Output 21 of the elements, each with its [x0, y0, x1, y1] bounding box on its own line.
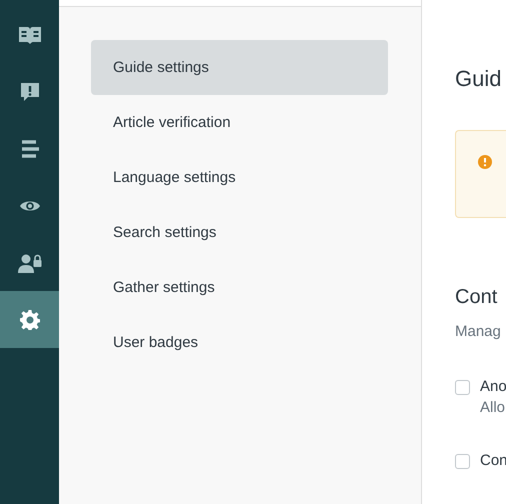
section-title: Cont [455, 286, 498, 309]
option-label: Ano [480, 378, 506, 395]
settings-nav-item[interactable]: Guide settings [91, 40, 388, 95]
settings-icon [20, 310, 40, 330]
settings-nav-item[interactable]: Search settings [91, 205, 388, 260]
eye-icon [18, 198, 40, 212]
checkbox[interactable] [455, 380, 470, 395]
settings-nav-item[interactable]: User badges [91, 315, 388, 370]
checkbox[interactable] [455, 454, 470, 469]
list-lines-icon [20, 140, 38, 158]
section-description: Manag [455, 323, 502, 340]
alert-message-icon [20, 82, 40, 102]
user-lock-icon [18, 252, 42, 272]
warning-icon [478, 155, 492, 169]
settings-nav-item[interactable]: Gather settings [91, 260, 388, 315]
book-icon [18, 24, 42, 44]
option-description: Allo [480, 399, 506, 416]
settings-nav-item[interactable]: Article verification [91, 95, 388, 150]
page-title: Guid [455, 66, 502, 92]
settings-nav-item[interactable]: Language settings [91, 150, 388, 205]
rail-nav-item[interactable] [0, 291, 59, 348]
